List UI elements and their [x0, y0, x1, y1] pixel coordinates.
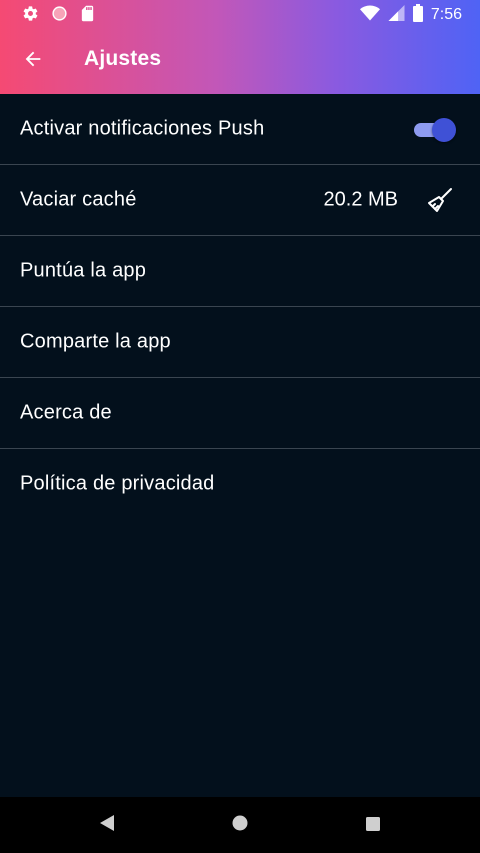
- status-bar: 7:56: [0, 0, 480, 30]
- back-button[interactable]: [14, 42, 52, 80]
- broom-icon[interactable]: [426, 186, 454, 214]
- settings-list: Activar notificaciones Push Vaciar caché…: [0, 94, 480, 519]
- page-title: Ajustes: [84, 47, 162, 70]
- wifi-icon: [359, 5, 380, 25]
- setting-rate-app[interactable]: Puntúa la app: [0, 236, 480, 307]
- back-triangle-icon: [99, 814, 115, 836]
- setting-label: Activar notificaciones Push: [20, 117, 265, 140]
- battery-icon: [412, 4, 423, 26]
- toggle-thumb: [432, 118, 456, 142]
- setting-label: Acerca de: [20, 401, 112, 424]
- circle-notification-icon: [51, 5, 68, 26]
- setting-label: Vaciar caché: [20, 188, 137, 211]
- setting-privacy-policy[interactable]: Política de privacidad: [0, 449, 480, 519]
- app-header: 7:56 Ajustes: [0, 0, 480, 94]
- toolbar: Ajustes: [0, 30, 480, 92]
- setting-clear-cache[interactable]: Vaciar caché 20.2 MB: [0, 165, 480, 236]
- arrow-left-icon: [22, 48, 44, 74]
- push-notifications-toggle[interactable]: [414, 118, 456, 142]
- cache-size-value: 20.2 MB: [323, 188, 398, 211]
- nav-back-button[interactable]: [93, 811, 121, 839]
- setting-about[interactable]: Acerca de: [0, 378, 480, 449]
- status-clock: 7:56: [430, 6, 462, 23]
- home-circle-icon: [232, 815, 248, 835]
- recents-square-icon: [366, 816, 380, 835]
- setting-share-app[interactable]: Comparte la app: [0, 307, 480, 378]
- setting-label: Comparte la app: [20, 330, 171, 353]
- sd-card-icon: [80, 5, 95, 26]
- nav-recents-button[interactable]: [359, 811, 387, 839]
- system-navigation-bar: [0, 797, 480, 853]
- setting-label: Política de privacidad: [20, 472, 215, 495]
- gear-icon: [22, 5, 39, 26]
- setting-label: Puntúa la app: [20, 259, 147, 282]
- signal-icon: [388, 5, 405, 25]
- nav-home-button[interactable]: [226, 811, 254, 839]
- setting-push-notifications[interactable]: Activar notificaciones Push: [0, 94, 480, 165]
